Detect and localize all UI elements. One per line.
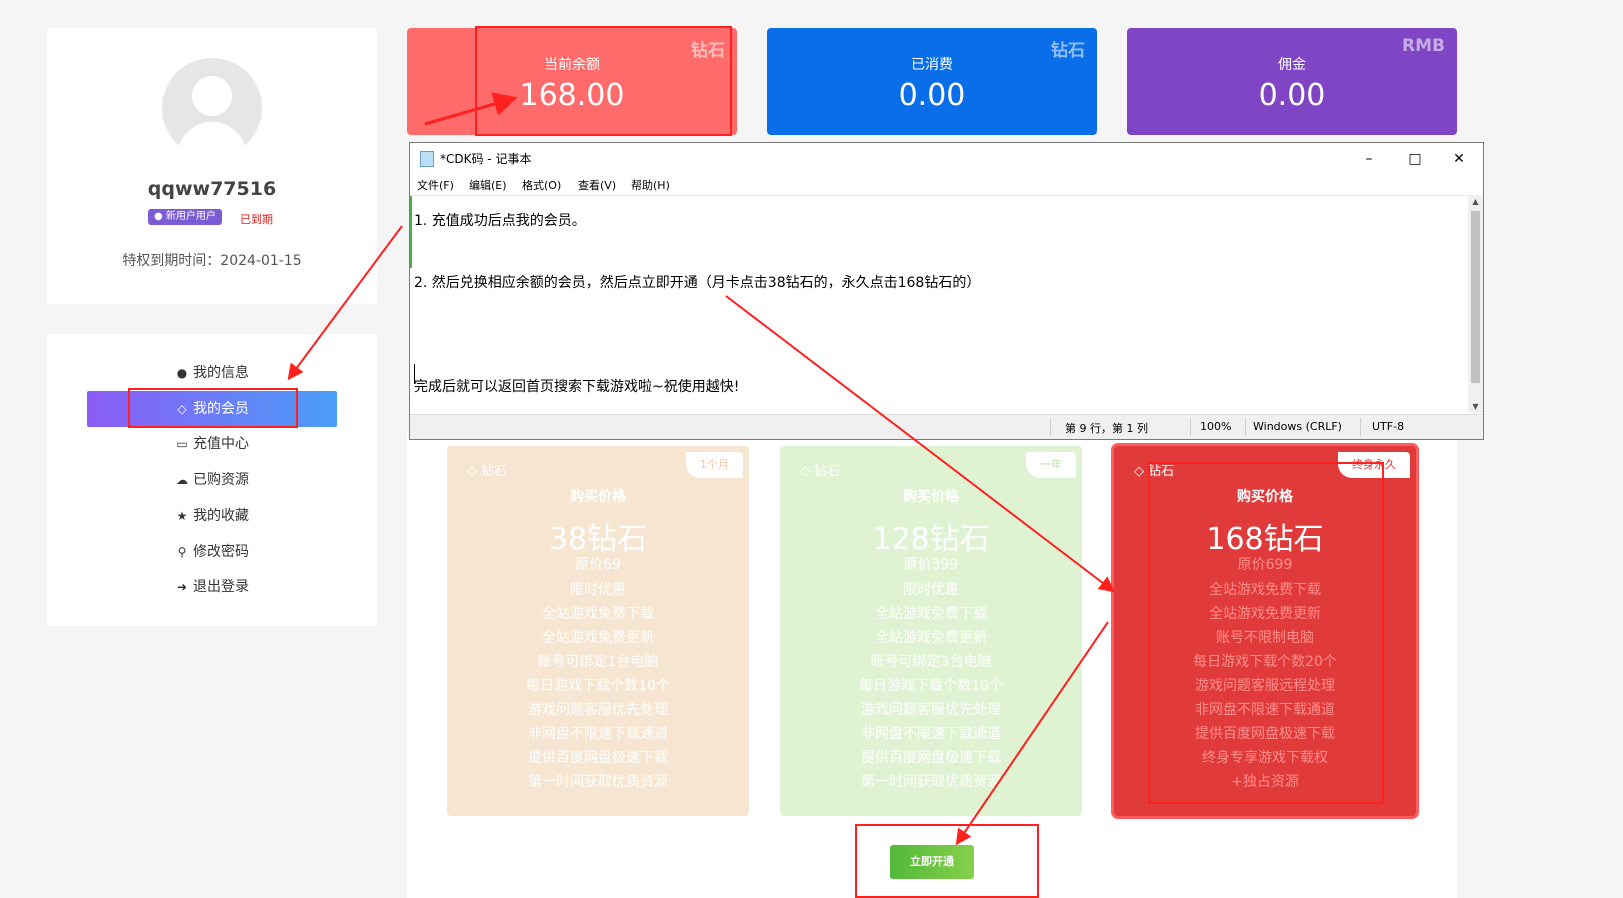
- arrow-to-lifetime-plan: [725, 295, 1116, 593]
- arrow-to-balance: [424, 92, 518, 126]
- arrow-to-membership: [287, 225, 403, 381]
- annotation-arrows: [287, 92, 1116, 846]
- arrow-to-open-button: [955, 621, 1109, 846]
